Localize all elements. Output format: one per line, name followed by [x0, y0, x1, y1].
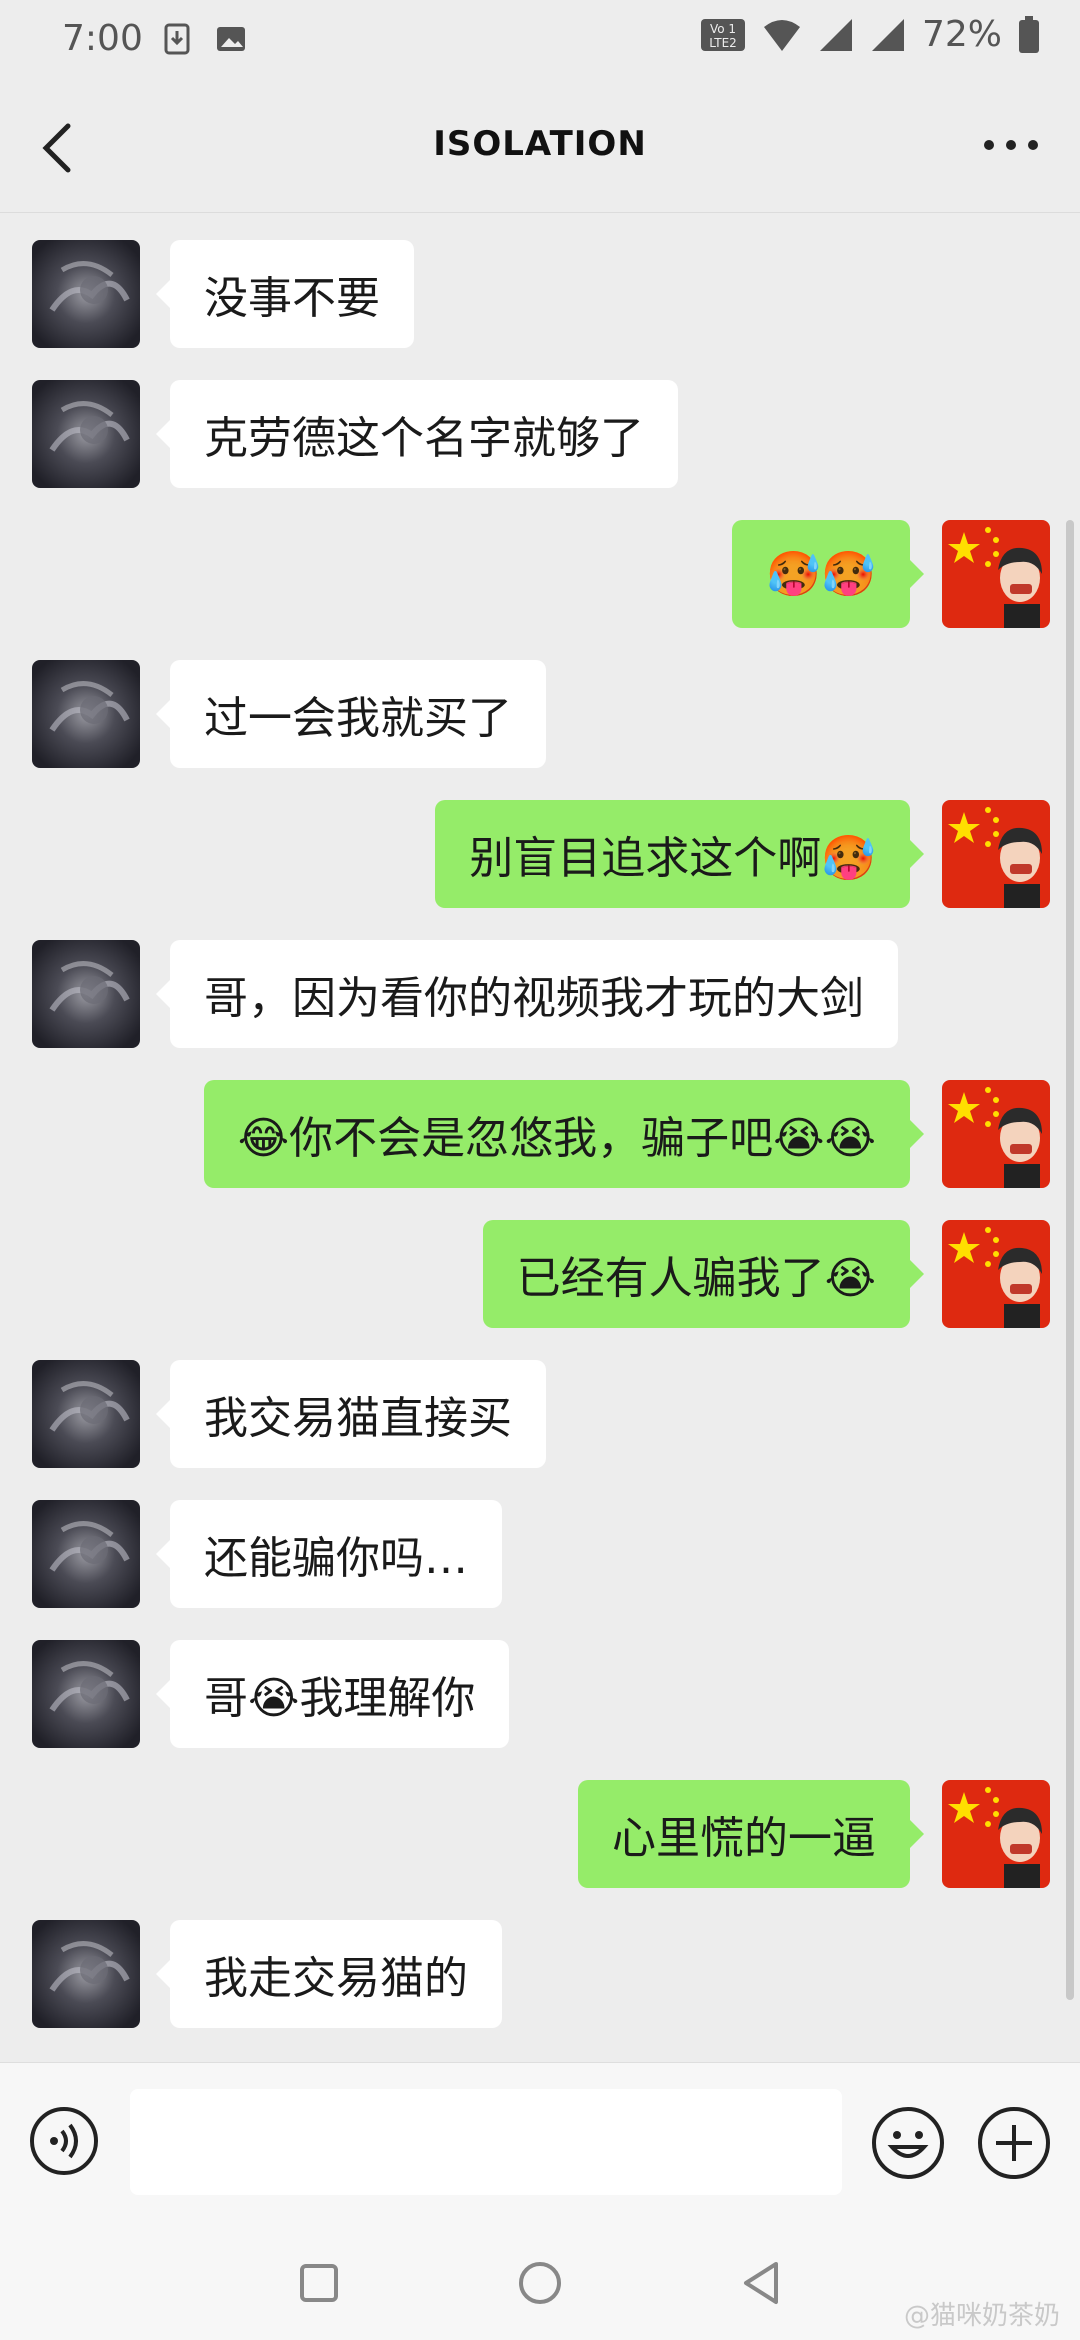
back-nav-icon[interactable] — [736, 2258, 786, 2308]
voice-icon[interactable] — [28, 2105, 100, 2177]
contact-avatar[interactable] — [32, 660, 140, 768]
message-bubble[interactable]: 哥，因为看你的视频我才玩的大剑 — [156, 940, 898, 1048]
incoming-message: 哥，因为看你的视频我才玩的大剑 — [0, 940, 1080, 1050]
download-icon — [164, 23, 190, 55]
signal-icon-2 — [871, 18, 904, 51]
contact-avatar[interactable] — [32, 240, 140, 348]
watermark: @猫咪奶茶奶 — [903, 2301, 1060, 2331]
incoming-message: 没事不要 — [0, 240, 1080, 350]
outgoing-message: 别盲目追求这个啊🥵 — [0, 800, 1080, 910]
chat-title: ISOLATION — [433, 124, 647, 164]
image-icon — [217, 27, 245, 51]
contact-avatar[interactable] — [32, 380, 140, 488]
contact-avatar[interactable] — [32, 940, 140, 1048]
input-bar — [0, 2062, 1080, 2233]
system-nav-bar: @猫咪奶茶奶 — [0, 2232, 1080, 2340]
incoming-message: 我交易猫直接买 — [0, 1360, 1080, 1470]
wifi-icon — [763, 19, 800, 51]
incoming-message: 我走交易猫的 — [0, 1920, 1080, 2030]
home-icon[interactable] — [515, 2258, 565, 2308]
contact-avatar[interactable] — [32, 1360, 140, 1468]
status-right: Vo 1 LTE2 72% — [700, 14, 1040, 55]
outgoing-message: 🥵🥵 — [0, 520, 1080, 630]
message-bubble[interactable]: 心里慌的一逼 — [578, 1780, 924, 1888]
chat-header: ISOLATION — [0, 80, 1080, 213]
message-bubble[interactable]: 😂你不会是忽悠我，骗子吧😭😭 — [203, 1080, 925, 1188]
outgoing-message: 心里慌的一逼 — [0, 1780, 1080, 1890]
my-avatar[interactable] — [942, 1220, 1050, 1328]
volte-icon: Vo 1 LTE2 — [700, 18, 745, 51]
incoming-message: 哥😭我理解你 — [0, 1640, 1080, 1750]
battery-percent: 72% — [921, 14, 1002, 55]
message-bubble[interactable]: 我交易猫直接买 — [156, 1360, 546, 1468]
incoming-message: 过一会我就买了 — [0, 660, 1080, 770]
status-bar: 7:00 Vo 1 LTE2 72% — [0, 0, 1080, 80]
signal-icon-1 — [819, 18, 852, 51]
message-bubble[interactable]: 过一会我就买了 — [156, 660, 546, 768]
message-bubble[interactable]: 我走交易猫的 — [156, 1920, 502, 2028]
message-bubble[interactable]: 别盲目追求这个啊🥵 — [435, 800, 924, 908]
status-time: 7:00 — [62, 18, 143, 59]
message-bubble[interactable]: 还能骗你吗… — [156, 1500, 502, 1608]
contact-avatar[interactable] — [32, 1640, 140, 1748]
message-bubble[interactable]: 没事不要 — [156, 240, 414, 348]
my-avatar[interactable] — [942, 520, 1050, 628]
message-bubble[interactable]: 已经有人骗我了😭 — [482, 1220, 925, 1328]
battery-icon — [1019, 15, 1039, 53]
recents-icon[interactable] — [294, 2258, 344, 2308]
message-input[interactable] — [130, 2089, 842, 2195]
message-bubble[interactable]: 克劳德这个名字就够了 — [156, 380, 678, 488]
contact-avatar[interactable] — [32, 1920, 140, 2028]
incoming-message: 还能骗你吗… — [0, 1500, 1080, 1610]
my-avatar[interactable] — [942, 800, 1050, 908]
outgoing-message: 已经有人骗我了😭 — [0, 1220, 1080, 1330]
more-options-icon[interactable] — [976, 120, 1046, 170]
message-bubble[interactable]: 🥵🥵 — [732, 520, 924, 628]
plus-icon[interactable] — [976, 2105, 1052, 2181]
incoming-message: 克劳德这个名字就够了 — [0, 380, 1080, 490]
message-bubble[interactable]: 哥😭我理解你 — [155, 1640, 510, 1748]
my-avatar[interactable] — [942, 1780, 1050, 1888]
contact-avatar[interactable] — [32, 1500, 140, 1608]
svg-text:LTE2: LTE2 — [709, 36, 737, 50]
outgoing-message: 😂你不会是忽悠我，骗子吧😭😭 — [0, 1080, 1080, 1190]
emoji-icon[interactable] — [870, 2105, 946, 2181]
svg-text:Vo 1: Vo 1 — [710, 22, 736, 36]
my-avatar[interactable] — [942, 1080, 1050, 1188]
